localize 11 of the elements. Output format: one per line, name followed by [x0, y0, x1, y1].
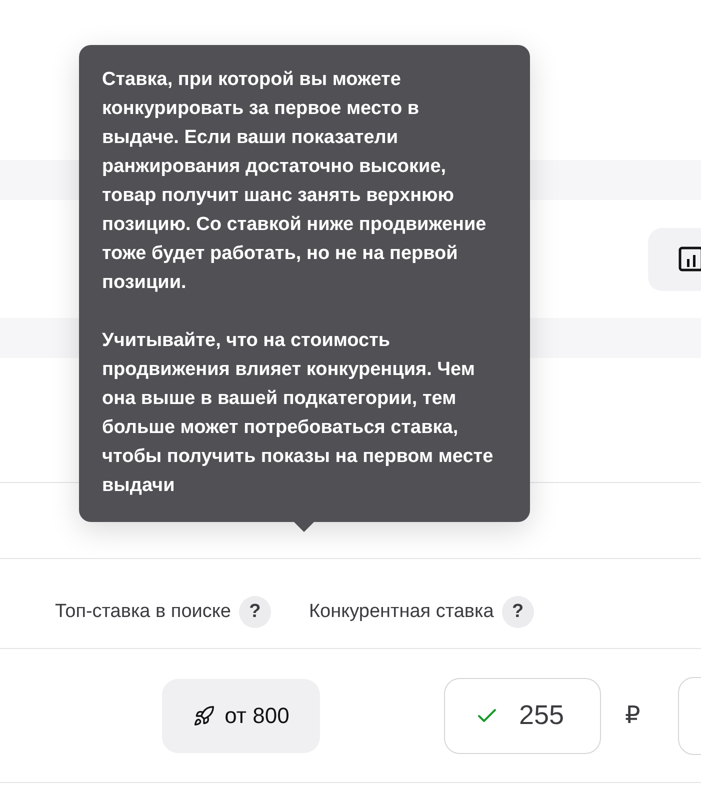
tooltip-text: Ставка, при которой вы можете конкурировать за первое место в выдаче. Если ваши показатели ранжирования достаточно высокие, товар получит шанс занять верхнюю позицию. Со ставкой ниже продвижение тоже будет работать, но не на первой позиции. — [102, 68, 488, 295]
tooltip-text: Учитывайте, что на стоимость продвижения влияет конкуренция. Чем она выше в вашей подкатегории, тем больше может потребоваться ставка, чтобы получить показы на первом месте выдачи — [102, 329, 494, 498]
top-bid-button[interactable]: от 800 — [162, 678, 320, 752]
column-header: Конкурентная ставка — [308, 601, 494, 623]
help-button[interactable]: ? — [502, 596, 534, 628]
bid-input-field[interactable]: 255 — [444, 678, 601, 754]
chart-icon — [678, 246, 701, 272]
column-header: Топ-ставка в поиске — [55, 601, 231, 623]
rocket-icon — [192, 704, 215, 726]
currency-sign: ₽ — [625, 701, 640, 730]
help-button[interactable]: ? — [238, 596, 271, 628]
